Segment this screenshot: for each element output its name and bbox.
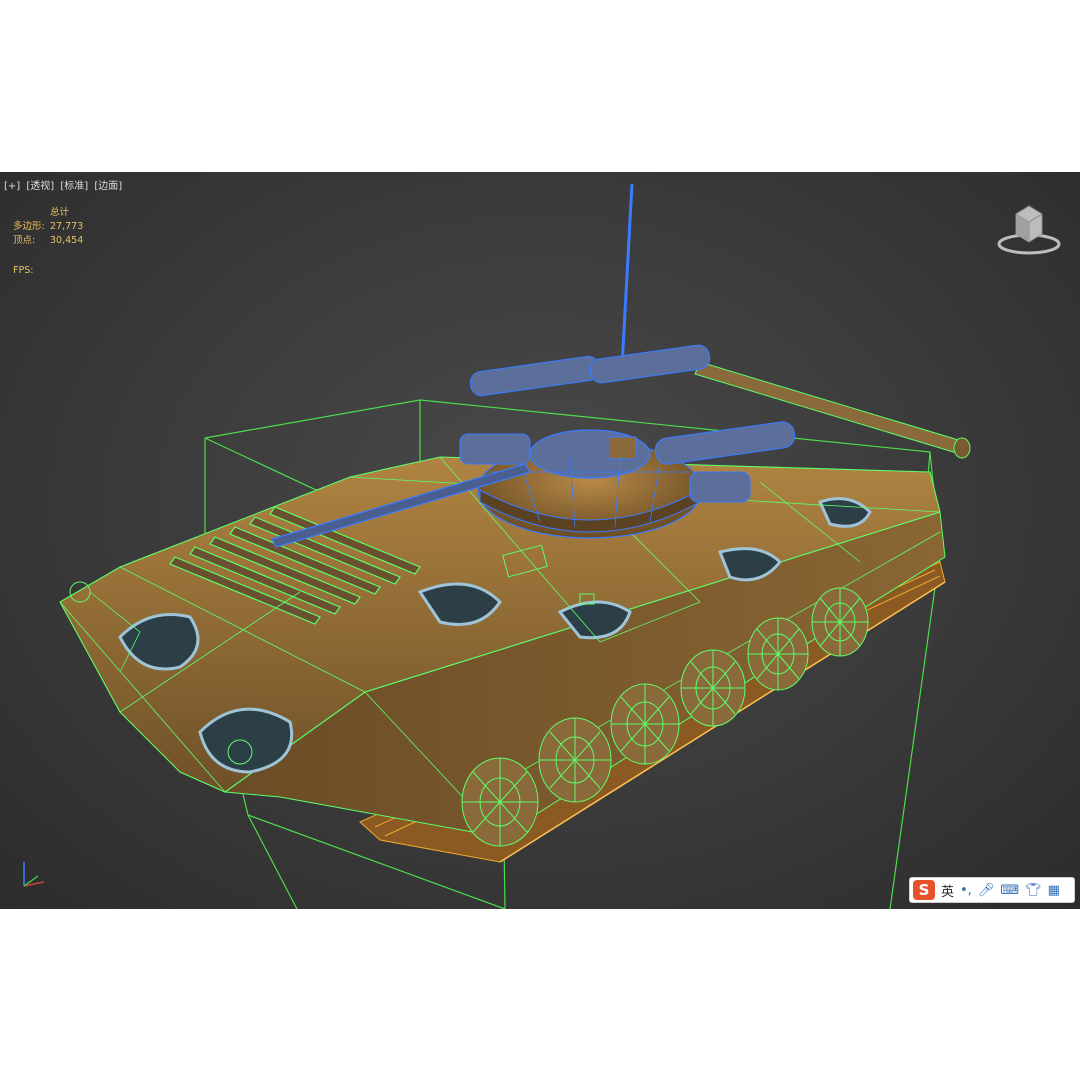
wheel-1	[461, 757, 539, 847]
ime-toolbar[interactable]: S 英 •, 🎤︎ ⌨︎ 👕︎ ▦	[909, 877, 1075, 903]
sogou-logo-icon[interactable]: S	[913, 880, 935, 900]
axis-tripod-icon	[23, 862, 45, 887]
microphone-icon[interactable]: 🎤︎	[978, 884, 995, 897]
wheel-2	[538, 717, 612, 803]
ime-language-toggle[interactable]: 英	[941, 881, 954, 900]
wheel-4	[680, 649, 746, 727]
viewcube-icon[interactable]	[996, 200, 1062, 256]
wheel-5	[747, 617, 809, 691]
keyboard-icon[interactable]: ⌨︎	[1000, 884, 1019, 897]
wheel-6	[811, 587, 869, 657]
shirt-icon[interactable]: 👕︎	[1025, 884, 1042, 897]
tank-model-render[interactable]	[0, 172, 1080, 909]
apps-grid-icon[interactable]: ▦	[1048, 884, 1060, 897]
punctuation-icon[interactable]: •,	[960, 884, 972, 897]
perspective-viewport[interactable]: [+] [透视] [标准] [边面] 总计 多边形: 27,773 顶点: 30,4…	[0, 172, 1080, 909]
wheel-3	[610, 683, 680, 765]
